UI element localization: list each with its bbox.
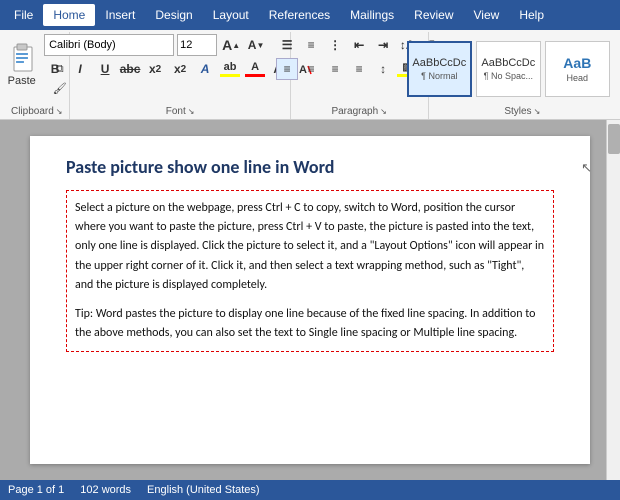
align-left-button[interactable]: ≡ <box>276 58 298 80</box>
strikethrough-button[interactable]: abc <box>119 58 141 80</box>
style-heading-name: Head <box>567 73 589 83</box>
styles-scroll-up[interactable]: ▲ <box>616 34 620 56</box>
style-heading-preview: AaB <box>563 55 591 71</box>
paste-icon <box>6 43 38 75</box>
document-paragraph-2: Tip: Word pastes the picture to display … <box>75 305 545 343</box>
font-group: A▲ A▼ B I U abc x2 x2 A ab <box>70 32 290 119</box>
page-indicator: Page 1 of 1 <box>8 484 64 496</box>
styles-arrows: ▲ ▼ ⊞ <box>616 34 620 104</box>
align-center-button[interactable]: ≡ <box>300 58 322 80</box>
status-bar: Page 1 of 1 102 words English (United St… <box>0 480 620 500</box>
style-heading-box[interactable]: AaB Head <box>545 41 610 97</box>
style-nospace-name: ¶ No Spac... <box>484 71 533 81</box>
highlight-button[interactable]: ab <box>219 58 241 80</box>
vertical-scrollbar[interactable] <box>606 120 620 480</box>
document-body[interactable]: Select a picture on the webpage, press C… <box>66 190 554 352</box>
numbering-button[interactable]: ≡ <box>300 34 322 56</box>
font-color-button[interactable]: A <box>244 58 266 80</box>
font-name-input[interactable] <box>44 34 174 56</box>
font-group-bottom: Font ↘ <box>74 106 285 117</box>
style-normal-name: ¶ Normal <box>421 71 457 81</box>
clipboard-expand-icon[interactable]: ↘ <box>56 107 63 116</box>
word-count: 102 words <box>80 484 131 496</box>
language-indicator: English (United States) <box>147 484 260 496</box>
justify-button[interactable]: ≡ <box>348 58 370 80</box>
font-shrink-button[interactable]: A▼ <box>245 34 267 56</box>
styles-expand-icon[interactable]: ↘ <box>534 107 541 116</box>
paste-label: Paste <box>8 75 36 87</box>
menu-mailings[interactable]: Mailings <box>340 4 404 26</box>
subscript-button[interactable]: x2 <box>144 58 166 80</box>
style-normal-box[interactable]: AaBbCcDc ¶ Normal <box>407 41 472 97</box>
ribbon: Paste ✂ ⧉ 🖌 Clipboard ↘ A▲ A▼ <box>0 30 620 120</box>
superscript-button[interactable]: x2 <box>169 58 191 80</box>
line-spacing-button[interactable]: ↕ <box>372 58 394 80</box>
italic-button[interactable]: I <box>69 58 91 80</box>
font-size-input[interactable] <box>177 34 217 56</box>
document-page: Paste picture show one line in Word Sele… <box>30 136 590 464</box>
paragraph-label: Paragraph <box>331 106 378 117</box>
decrease-indent-button[interactable]: ⇤ <box>348 34 370 56</box>
styles-label: Styles <box>504 106 531 117</box>
menu-file[interactable]: File <box>4 4 43 26</box>
style-nospace-box[interactable]: AaBbCcDc ¶ No Spac... <box>476 41 541 97</box>
multilevel-list-button[interactable]: ⋮ <box>324 34 346 56</box>
bold-button[interactable]: B <box>44 58 66 80</box>
paragraph-group-bottom: Paragraph ↘ <box>295 106 424 117</box>
menu-review[interactable]: Review <box>404 4 463 26</box>
menu-layout[interactable]: Layout <box>203 4 259 26</box>
menu-home[interactable]: Home <box>43 4 95 26</box>
styles-group-bottom: Styles ↘ <box>433 106 612 117</box>
font-expand-icon[interactable]: ↘ <box>188 107 195 116</box>
style-normal-preview: AaBbCcDc <box>412 57 466 69</box>
align-right-button[interactable]: ≡ <box>324 58 346 80</box>
menu-bar: File Home Insert Design Layout Reference… <box>0 0 620 30</box>
style-nospace-preview: AaBbCcDc <box>481 57 535 69</box>
clipboard-group-bottom: Clipboard ↘ <box>8 106 65 117</box>
menu-references[interactable]: References <box>259 4 340 26</box>
styles-group-content: AaBbCcDc ¶ Normal AaBbCcDc ¶ No Spac... … <box>407 34 620 104</box>
clipboard-label: Clipboard <box>11 106 54 117</box>
bullets-button[interactable]: ☰ <box>276 34 298 56</box>
font-grow-button[interactable]: A▲ <box>220 34 242 56</box>
document-title: Paste picture show one line in Word <box>66 156 554 178</box>
underline-button[interactable]: U <box>94 58 116 80</box>
document-area: Paste picture show one line in Word Sele… <box>0 120 620 480</box>
document-paragraph-1: Select a picture on the webpage, press C… <box>75 199 545 295</box>
increase-indent-button[interactable]: ⇥ <box>372 34 394 56</box>
styles-expand[interactable]: ⊞ <box>616 82 620 104</box>
menu-view[interactable]: View <box>464 4 510 26</box>
scrollbar-thumb[interactable] <box>608 124 620 154</box>
menu-design[interactable]: Design <box>145 4 202 26</box>
menu-insert[interactable]: Insert <box>95 4 145 26</box>
paragraph-expand-icon[interactable]: ↘ <box>380 107 387 116</box>
font-label: Font <box>166 106 186 117</box>
menu-help[interactable]: Help <box>509 4 554 26</box>
text-effects-button[interactable]: A <box>194 58 216 80</box>
paste-button[interactable]: Paste <box>0 41 44 97</box>
styles-group: AaBbCcDc ¶ Normal AaBbCcDc ¶ No Spac... … <box>429 32 616 119</box>
font-name-row: A▲ A▼ <box>44 34 267 56</box>
styles-scroll-down[interactable]: ▼ <box>616 58 620 80</box>
cursor-indicator: ↖ <box>581 160 592 176</box>
